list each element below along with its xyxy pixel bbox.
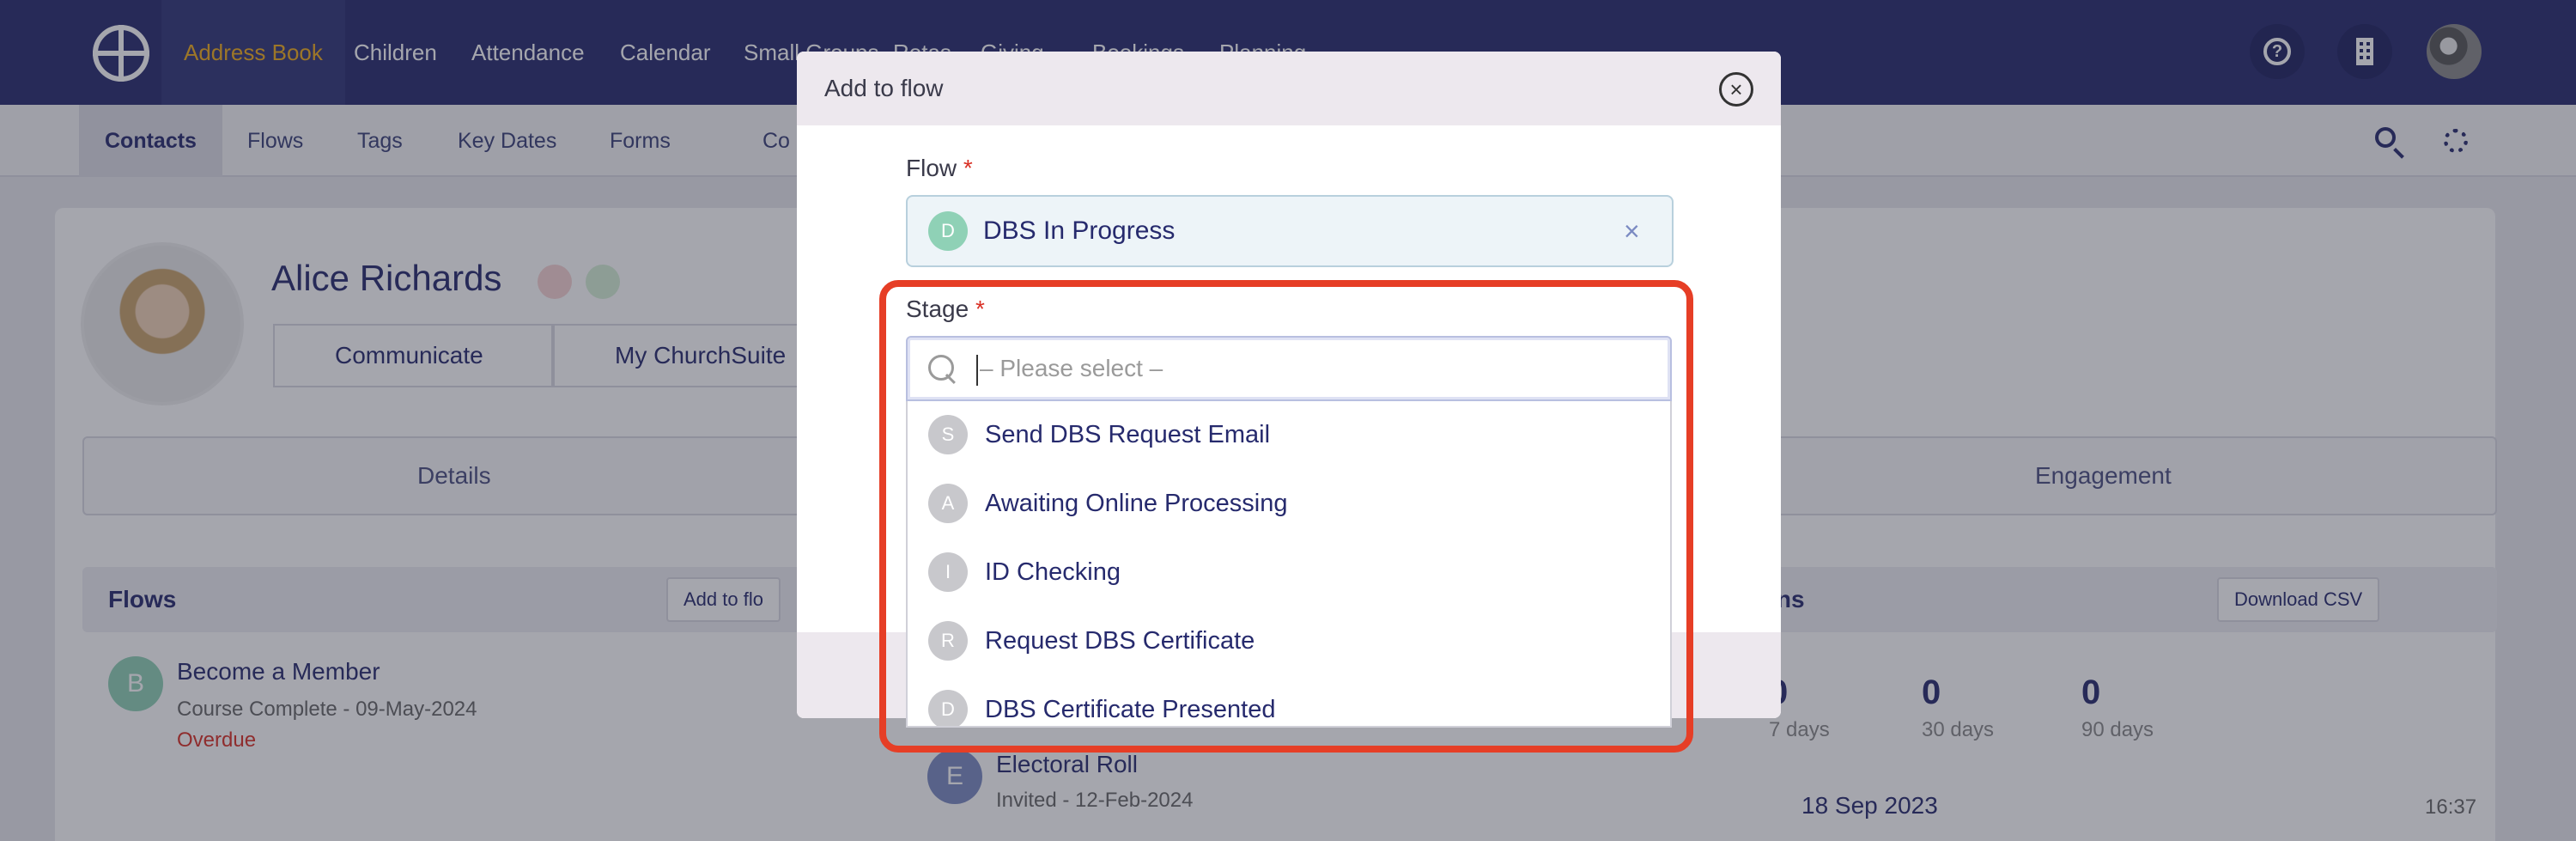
clear-selection-icon[interactable]: ×: [1624, 197, 1640, 265]
flow-select[interactable]: D DBS In Progress ×: [906, 195, 1674, 267]
modal-title: Add to flow: [824, 75, 944, 101]
highlight-annotation: [879, 280, 1693, 753]
close-icon[interactable]: ×: [1719, 72, 1753, 107]
flow-field-label: Flow *: [906, 155, 973, 181]
flow-selected-value: DBS In Progress: [983, 216, 1176, 245]
modal-header: Add to flow ×: [797, 52, 1781, 125]
flow-option-avatar: D: [928, 211, 968, 251]
